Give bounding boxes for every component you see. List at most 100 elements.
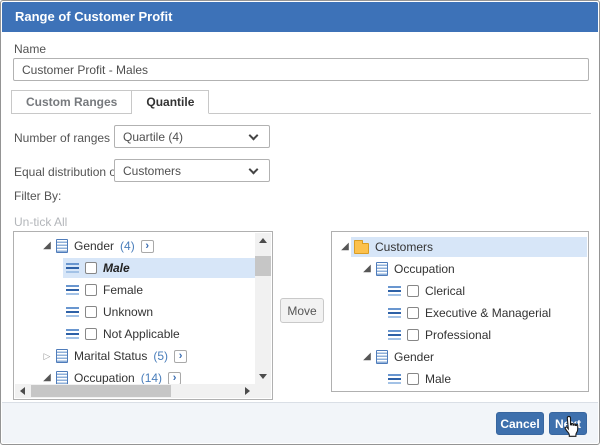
- collapse-icon[interactable]: ◢: [361, 264, 373, 274]
- arrow-right-icon: [245, 387, 250, 395]
- attribute-icon: [56, 349, 68, 363]
- executive-managerial-checkbox[interactable]: [407, 307, 419, 319]
- member-icon: [66, 307, 79, 317]
- number-of-ranges-value: Quartile (4): [123, 130, 183, 144]
- male-target-checkbox[interactable]: [407, 373, 419, 385]
- member-count: (14): [141, 371, 162, 384]
- number-of-ranges-label: Number of ranges: [14, 131, 110, 145]
- tree-label: Executive & Managerial: [425, 306, 551, 320]
- tree-label: Marital Status: [74, 349, 147, 363]
- filter-by-label: Filter By:: [14, 189, 61, 203]
- untick-all-link[interactable]: Un-tick All: [14, 215, 67, 229]
- dialog-title: Range of Customer Profit: [15, 9, 172, 24]
- member-icon: [388, 374, 401, 384]
- attribute-icon: [376, 350, 388, 364]
- filter-target-panel: ◢ Customers ◢ Occupation Clerical: [331, 231, 589, 392]
- member-icon: [66, 263, 79, 273]
- name-label: Name: [14, 42, 46, 56]
- tree-row-gender[interactable]: ◢ Gender (4) ›: [15, 235, 255, 257]
- tree-row-occupation[interactable]: ◢ Occupation (14) ›: [15, 367, 255, 384]
- collapse-icon[interactable]: ◢: [41, 373, 53, 383]
- tree-label: Male: [425, 372, 451, 386]
- tree-row-male-target[interactable]: Male: [333, 368, 587, 390]
- arrow-down-icon: [259, 374, 267, 379]
- tree-row-executive-managerial[interactable]: Executive & Managerial: [333, 302, 587, 324]
- dialog-titlebar: Range of Customer Profit: [2, 2, 598, 32]
- collapse-icon[interactable]: ◢: [361, 352, 373, 362]
- attribute-icon: [56, 239, 68, 253]
- unknown-checkbox[interactable]: [85, 306, 97, 318]
- member-icon: [66, 285, 79, 295]
- tree-label: Female: [103, 283, 143, 297]
- member-icon: [388, 330, 401, 340]
- show-more-icon[interactable]: ›: [168, 372, 181, 385]
- horizontal-scrollbar[interactable]: [15, 384, 255, 398]
- equal-distribution-select[interactable]: Customers: [114, 159, 270, 182]
- tree-row-clerical[interactable]: Clerical: [333, 280, 587, 302]
- move-button[interactable]: Move: [280, 298, 324, 323]
- professional-checkbox[interactable]: [407, 329, 419, 341]
- equal-distribution-label: Equal distribution of: [14, 165, 119, 179]
- collapse-icon[interactable]: ◢: [339, 242, 351, 252]
- tree-label: Not Applicable: [103, 327, 180, 341]
- equal-distribution-value: Customers: [123, 164, 181, 178]
- member-icon: [388, 308, 401, 318]
- attribute-icon: [376, 262, 388, 276]
- tree-row-gender-target[interactable]: ◢ Gender: [333, 346, 587, 368]
- tab-custom-ranges[interactable]: Custom Ranges: [11, 90, 132, 114]
- tree-row-unknown[interactable]: Unknown: [15, 301, 255, 323]
- collapse-icon[interactable]: ◢: [41, 241, 53, 251]
- horizontal-scroll-thumb[interactable]: [31, 385, 171, 397]
- scroll-right-button[interactable]: [240, 384, 255, 398]
- vertical-scrollbar[interactable]: [255, 233, 271, 384]
- chevron-down-icon: [249, 131, 259, 141]
- attribute-icon: [56, 371, 68, 384]
- clerical-checkbox[interactable]: [407, 285, 419, 297]
- tree-label: Gender: [74, 239, 114, 253]
- male-checkbox[interactable]: [85, 262, 97, 274]
- cancel-button[interactable]: Cancel: [496, 412, 544, 435]
- tree-label: Occupation: [394, 262, 455, 276]
- expand-icon[interactable]: ▷: [41, 351, 53, 361]
- arrow-up-icon: [259, 238, 267, 243]
- tree-row-customers[interactable]: ◢ Customers: [333, 236, 587, 258]
- filter-source-panel: ◢ Gender (4) › Male: [13, 231, 273, 400]
- tab-bar: Custom Ranges Quantile: [11, 90, 591, 114]
- vertical-scroll-thumb[interactable]: [255, 256, 271, 276]
- range-dialog: Range of Customer Profit Name Custom Ran…: [0, 0, 600, 445]
- scroll-up-button[interactable]: [255, 233, 271, 248]
- show-more-icon[interactable]: ›: [174, 350, 187, 363]
- scroll-down-button[interactable]: [255, 369, 271, 384]
- show-more-icon[interactable]: ›: [141, 240, 154, 253]
- dialog-footer: Cancel Next: [2, 402, 598, 443]
- tree-label: Unknown: [103, 305, 153, 319]
- tree-row-female[interactable]: Female: [15, 279, 255, 301]
- member-count: (5): [153, 349, 168, 363]
- tree-row-professional[interactable]: Professional: [333, 324, 587, 346]
- folder-icon: [354, 243, 369, 254]
- tree-label: Occupation: [74, 371, 135, 384]
- arrow-left-icon: [20, 387, 25, 395]
- tree-row-occupation-target[interactable]: ◢ Occupation: [333, 258, 587, 280]
- member-icon: [388, 286, 401, 296]
- tab-quantile[interactable]: Quantile: [132, 90, 209, 114]
- tree-row-male[interactable]: Male: [15, 257, 255, 279]
- chevron-down-icon: [249, 165, 259, 175]
- number-of-ranges-select[interactable]: Quartile (4): [114, 125, 270, 148]
- scroll-left-button[interactable]: [15, 384, 30, 398]
- tree-row-marital-status[interactable]: ▷ Marital Status (5) ›: [15, 345, 255, 367]
- not-applicable-checkbox[interactable]: [85, 328, 97, 340]
- name-input[interactable]: [13, 58, 589, 81]
- female-checkbox[interactable]: [85, 284, 97, 296]
- member-count: (4): [120, 239, 135, 253]
- tree-label: Customers: [375, 240, 433, 254]
- scrollbar-corner: [255, 384, 271, 398]
- tree-row-not-applicable[interactable]: Not Applicable: [15, 323, 255, 345]
- tree-label: Gender: [394, 350, 434, 364]
- tree-label: Clerical: [425, 284, 465, 298]
- filter-source-tree: ◢ Gender (4) › Male: [15, 233, 255, 384]
- next-button[interactable]: Next: [549, 412, 587, 435]
- filter-target-tree: ◢ Customers ◢ Occupation Clerical: [333, 233, 587, 390]
- tree-label: Male: [103, 261, 130, 275]
- tree-label: Professional: [425, 328, 491, 342]
